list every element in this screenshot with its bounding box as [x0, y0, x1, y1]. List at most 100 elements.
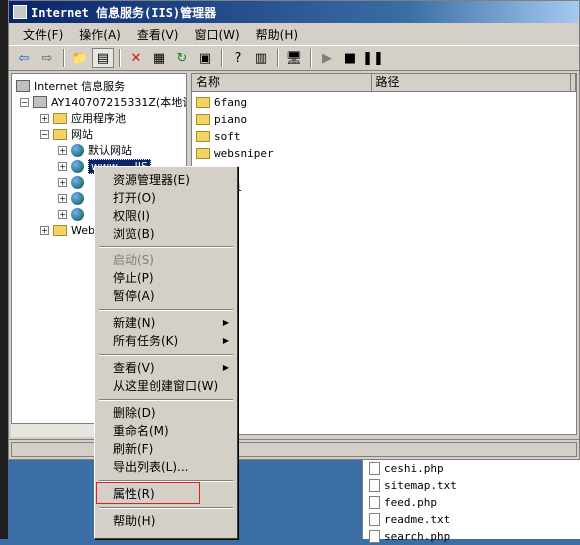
context-menu-item[interactable]: 停止(P): [97, 269, 235, 287]
menu-window[interactable]: 窗口(W): [186, 26, 247, 43]
iis-app-icon: [13, 5, 27, 19]
title-bar[interactable]: Internet 信息服务(IIS)管理器: [9, 1, 579, 23]
column-name[interactable]: 名称: [192, 74, 372, 91]
toolbar-separator: [310, 49, 312, 67]
context-menu-item[interactable]: 删除(D): [97, 404, 235, 422]
list-item-label: soft: [214, 130, 241, 143]
file-icon: [369, 479, 380, 492]
file-name: feed.php: [384, 496, 437, 509]
menu-file[interactable]: 文件(F): [15, 26, 71, 43]
folder-icon: [196, 97, 210, 108]
context-menu-item[interactable]: 浏览(B): [97, 225, 235, 243]
file-row[interactable]: search.php: [369, 528, 450, 545]
pause-icon[interactable]: ❚❚: [362, 48, 384, 68]
status-cell: [195, 442, 577, 457]
tree-web-ext[interactable]: + Web: [40, 222, 95, 238]
menu-view[interactable]: 查看(V): [129, 26, 187, 43]
collapse-icon[interactable]: −: [40, 129, 49, 139]
tree-root[interactable]: Internet 信息服务: [16, 78, 125, 94]
context-menu-item-label: 所有任务(K): [113, 334, 179, 348]
menu-separator: [99, 246, 233, 248]
expand-icon[interactable]: +: [58, 209, 67, 219]
context-menu-item[interactable]: 所有任务(K) ▶: [97, 332, 235, 350]
tree-websites[interactable]: − 网站: [40, 126, 93, 142]
file-row[interactable]: feed.php: [369, 494, 437, 511]
context-menu-item[interactable]: 刷新(F): [97, 440, 235, 458]
website-globe-icon: [71, 191, 84, 205]
expand-icon[interactable]: +: [58, 193, 67, 203]
file-row[interactable]: readme.txt: [369, 511, 450, 528]
context-menu-item[interactable]: 从这里创建窗口(W): [97, 377, 235, 395]
context-menu-item[interactable]: 导出列表(L)...: [97, 458, 235, 476]
list-item-label: 6fang: [214, 96, 248, 109]
delete-icon[interactable]: ✕: [125, 48, 147, 68]
folder-icon: [53, 224, 67, 236]
context-menu-item-label: 浏览(B): [113, 227, 155, 241]
tree-default-site[interactable]: + 默认网站: [58, 142, 132, 158]
context-menu-item-label: 删除(D): [113, 406, 156, 420]
back-arrow-icon[interactable]: ⇦: [13, 48, 35, 68]
tree-site-5[interactable]: +: [58, 206, 88, 222]
file-icon: [369, 462, 380, 475]
stop-icon[interactable]: ■: [339, 48, 361, 68]
expand-icon[interactable]: +: [58, 177, 67, 187]
file-row[interactable]: ceshi.php: [369, 460, 444, 477]
collapse-icon[interactable]: −: [20, 97, 29, 107]
context-menu-item[interactable]: 重命名(M): [97, 422, 235, 440]
list-item[interactable]: 6fang: [196, 94, 247, 111]
expand-icon[interactable]: +: [40, 225, 49, 235]
export-list-icon[interactable]: ▣: [194, 48, 216, 68]
background-file-list: ceshi.php sitemap.txt feed.php readme.txt se…: [362, 460, 580, 543]
column-extra[interactable]: [571, 74, 576, 91]
tree-web-ext-label: Web: [71, 223, 95, 237]
console-icon[interactable]: ▥: [250, 48, 272, 68]
context-menu-item-label: 刷新(F): [113, 442, 154, 456]
forward-arrow-icon[interactable]: ⇨: [36, 48, 58, 68]
list-pane[interactable]: 名称 路径 6fangpianosoftwebsniperfinstallste…: [191, 73, 577, 435]
list-item-label: piano: [214, 113, 248, 126]
context-menu-item-label: 资源管理器(E): [113, 173, 190, 187]
context-menu-item[interactable]: 查看(V) ▶: [97, 359, 235, 377]
properties-icon[interactable]: ▦: [148, 48, 170, 68]
file-icon: [369, 513, 380, 526]
list-item[interactable]: piano: [196, 111, 247, 128]
list-item[interactable]: soft: [196, 128, 241, 145]
expand-icon[interactable]: +: [40, 113, 49, 123]
tree-site-4[interactable]: +: [58, 190, 88, 206]
file-name: readme.txt: [384, 513, 451, 526]
menu-bar: 文件(F) 操作(A) 查看(V) 窗口(W) 帮助(H): [9, 23, 579, 45]
refresh-icon[interactable]: ↻: [171, 48, 193, 68]
up-folder-icon[interactable]: 📁: [69, 48, 91, 68]
context-menu-item[interactable]: 启动(S): [97, 251, 235, 269]
expand-icon[interactable]: +: [58, 161, 67, 171]
menu-separator: [99, 354, 233, 356]
file-icon: [369, 530, 380, 543]
tree-site-3[interactable]: +: [58, 174, 88, 190]
context-menu-item[interactable]: 资源管理器(E): [97, 171, 235, 189]
context-menu-item[interactable]: 新建(N) ▶: [97, 314, 235, 332]
computer-icon[interactable]: 🖥: [283, 48, 305, 68]
tree-app-pools-label: 应用程序池: [71, 112, 126, 125]
tree-computer[interactable]: − AY140707215331Z(本地计: [20, 94, 186, 110]
tree-app-pools[interactable]: + 应用程序池: [40, 110, 126, 126]
context-menu-item-label: 查看(V): [113, 361, 155, 375]
menu-help[interactable]: 帮助(H): [248, 26, 306, 43]
website-globe-icon: [71, 143, 84, 157]
context-menu-item-label: 权限(I): [113, 209, 150, 223]
context-menu-item[interactable]: 打开(O): [97, 189, 235, 207]
context-menu-item[interactable]: 暂停(A): [97, 287, 235, 305]
context-menu-item[interactable]: 权限(I): [97, 207, 235, 225]
list-item[interactable]: websniper: [196, 145, 274, 162]
toolbar-separator: [277, 49, 279, 67]
toolbar-separator: [119, 49, 121, 67]
menu-separator: [99, 507, 233, 509]
column-path[interactable]: 路径: [372, 74, 571, 91]
expand-icon[interactable]: +: [58, 145, 67, 155]
file-row[interactable]: sitemap.txt: [369, 477, 457, 494]
context-menu-item[interactable]: 帮助(H): [97, 512, 235, 530]
submenu-arrow-icon: ▶: [222, 363, 229, 372]
play-icon[interactable]: ▶: [316, 48, 338, 68]
help-icon[interactable]: ?: [227, 48, 249, 68]
show-tree-icon[interactable]: ▤: [92, 48, 114, 68]
menu-action[interactable]: 操作(A): [71, 26, 129, 43]
